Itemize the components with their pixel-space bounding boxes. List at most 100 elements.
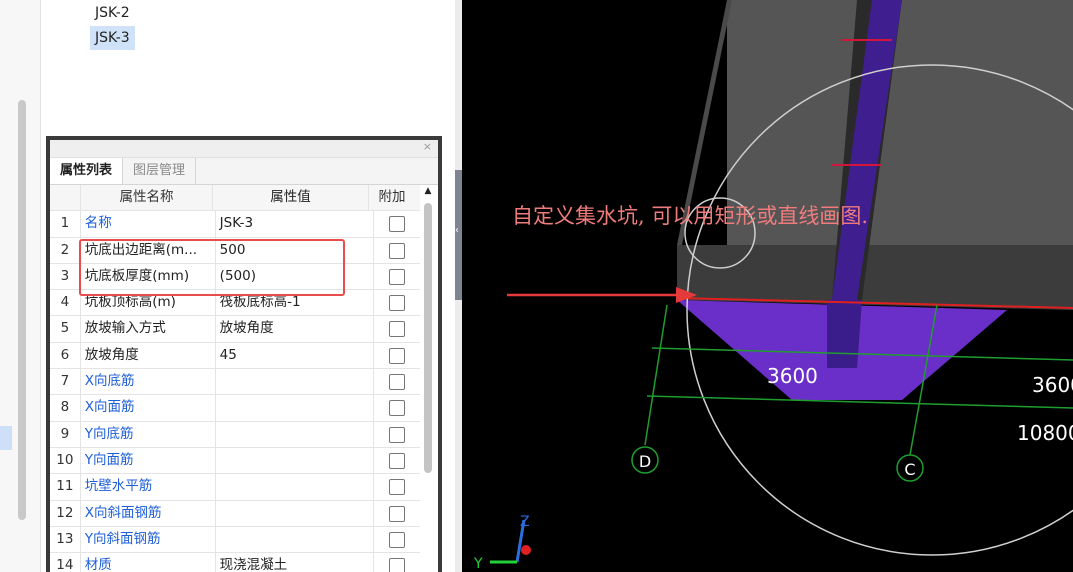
row-number: 4 (50, 290, 81, 316)
axis-line-d (644, 304, 668, 446)
triad-z-label: Z (520, 514, 530, 530)
property-row[interactable]: 1 名称 JSK-3 (50, 211, 420, 238)
append-cell (374, 448, 420, 473)
property-panel: × 属性列表 图层管理 属性名称 属性值 附加 1 名称 JSK-3 2 坑底出边距离(… (46, 136, 442, 572)
append-checkbox[interactable] (389, 216, 406, 233)
property-row[interactable]: 8 X向面筋 (50, 395, 420, 422)
property-value[interactable] (216, 500, 375, 526)
row-number: 1 (50, 211, 81, 237)
append-cell (374, 264, 420, 289)
append-cell (374, 316, 420, 341)
append-cell (374, 395, 420, 420)
header-value: 属性值 (213, 185, 369, 211)
scroll-up-icon[interactable]: ▲ (422, 185, 434, 197)
left-pane: JSK-2 JSK-3 × 属性列表 图层管理 属性名称 属性值 附加 1 名称 J… (0, 0, 462, 572)
property-name: X向面筋 (81, 395, 216, 421)
property-name: 名称 (81, 211, 216, 237)
annotation-text: 自定义集水坑, 可以用矩形或直线画图. (512, 204, 869, 228)
row-number: 5 (50, 316, 81, 342)
panel-titlebar: × (50, 140, 438, 158)
property-value[interactable]: 现浇混凝土 (216, 553, 375, 572)
append-cell (374, 474, 420, 499)
header-num (50, 185, 81, 211)
property-value[interactable] (216, 447, 375, 474)
property-value[interactable] (216, 474, 375, 500)
pit-inner-wall (827, 300, 862, 368)
property-value[interactable] (216, 421, 375, 447)
row-number: 7 (50, 369, 81, 395)
property-row[interactable]: 14 材质 现浇混凝土 (50, 553, 420, 572)
axis-label-c: C (904, 460, 915, 479)
append-checkbox[interactable] (389, 295, 406, 312)
dim-label-left: 3600 (767, 364, 818, 388)
row-number: 13 (50, 526, 81, 553)
property-value[interactable] (216, 369, 375, 395)
property-name: Y向面筋 (81, 447, 216, 474)
property-row[interactable]: 11 坑壁水平筋 (50, 474, 420, 501)
row-number: 2 (50, 237, 81, 263)
append-cell (374, 290, 420, 315)
append-checkbox[interactable] (389, 374, 406, 391)
tab-property-list[interactable]: 属性列表 (50, 158, 124, 184)
tree-item-jsk-3[interactable]: JSK-3 (90, 26, 135, 50)
property-name: 放坡输入方式 (81, 316, 216, 342)
append-checkbox[interactable] (389, 558, 406, 572)
row-number: 14 (50, 553, 81, 572)
property-value[interactable]: 45 (216, 342, 375, 369)
property-row[interactable]: 10 Y向面筋 (50, 447, 420, 475)
header-name: 属性名称 (81, 185, 213, 211)
grid-scrollbar[interactable]: ▲ (422, 185, 434, 572)
pane-scrollbar[interactable] (18, 100, 26, 520)
append-checkbox[interactable] (389, 242, 406, 259)
property-name: 放坡角度 (81, 342, 216, 369)
property-row[interactable]: 13 Y向斜面钢筋 (50, 526, 420, 554)
append-checkbox[interactable] (389, 347, 406, 364)
append-cell (374, 369, 420, 394)
append-checkbox[interactable] (389, 321, 406, 338)
property-value[interactable]: JSK-3 (216, 211, 375, 237)
property-row[interactable]: 9 Y向底筋 (50, 421, 420, 448)
append-checkbox[interactable] (389, 268, 406, 285)
scroll-thumb[interactable] (424, 203, 432, 473)
append-cell (374, 553, 420, 572)
property-row[interactable]: 6 放坡角度 45 (50, 342, 420, 370)
close-icon[interactable]: × (423, 140, 432, 153)
append-cell (374, 527, 420, 552)
property-row[interactable]: 12 X向斜面钢筋 (50, 500, 420, 527)
property-value[interactable]: 放坡角度 (216, 316, 375, 342)
append-cell (374, 211, 420, 236)
3d-viewport[interactable]: D C 3600 3600 10800 Y Z 自定义集水坑, 可以用矩形或直线… (462, 0, 1073, 572)
append-cell (374, 501, 420, 526)
append-cell (374, 422, 420, 447)
property-name: X向斜面钢筋 (81, 500, 216, 526)
collapse-handle[interactable] (455, 170, 462, 300)
row-number: 6 (50, 342, 81, 369)
append-checkbox[interactable] (389, 400, 406, 417)
property-name: X向底筋 (81, 369, 216, 395)
tab-layer-management[interactable]: 图层管理 (123, 158, 197, 184)
row-number: 10 (50, 447, 81, 474)
triad-y-label: Y (473, 556, 483, 572)
append-checkbox[interactable] (389, 479, 406, 496)
header-add: 附加 (378, 189, 406, 205)
property-name: 坑壁水平筋 (81, 474, 216, 500)
property-value[interactable] (216, 395, 375, 421)
dim-label-right: 3600 (1032, 373, 1073, 397)
append-cell (374, 343, 420, 368)
row-number: 9 (50, 421, 81, 447)
property-name: 材质 (81, 553, 216, 572)
triad-x-icon (521, 545, 531, 555)
property-value[interactable] (216, 526, 375, 553)
scene: D C 3600 3600 10800 Y Z (473, 0, 1073, 572)
append-cell (374, 238, 420, 263)
append-checkbox[interactable] (389, 505, 406, 522)
pane-strip (0, 0, 41, 572)
property-name: Y向斜面钢筋 (81, 526, 216, 553)
axis-label-d: D (639, 452, 651, 471)
tree-item-jsk-2[interactable]: JSK-2 (90, 1, 135, 25)
property-row[interactable]: 7 X向底筋 (50, 369, 420, 396)
append-checkbox[interactable] (389, 531, 406, 548)
append-checkbox[interactable] (389, 452, 406, 469)
property-row[interactable]: 5 放坡输入方式 放坡角度 (50, 316, 420, 343)
append-checkbox[interactable] (389, 426, 406, 443)
